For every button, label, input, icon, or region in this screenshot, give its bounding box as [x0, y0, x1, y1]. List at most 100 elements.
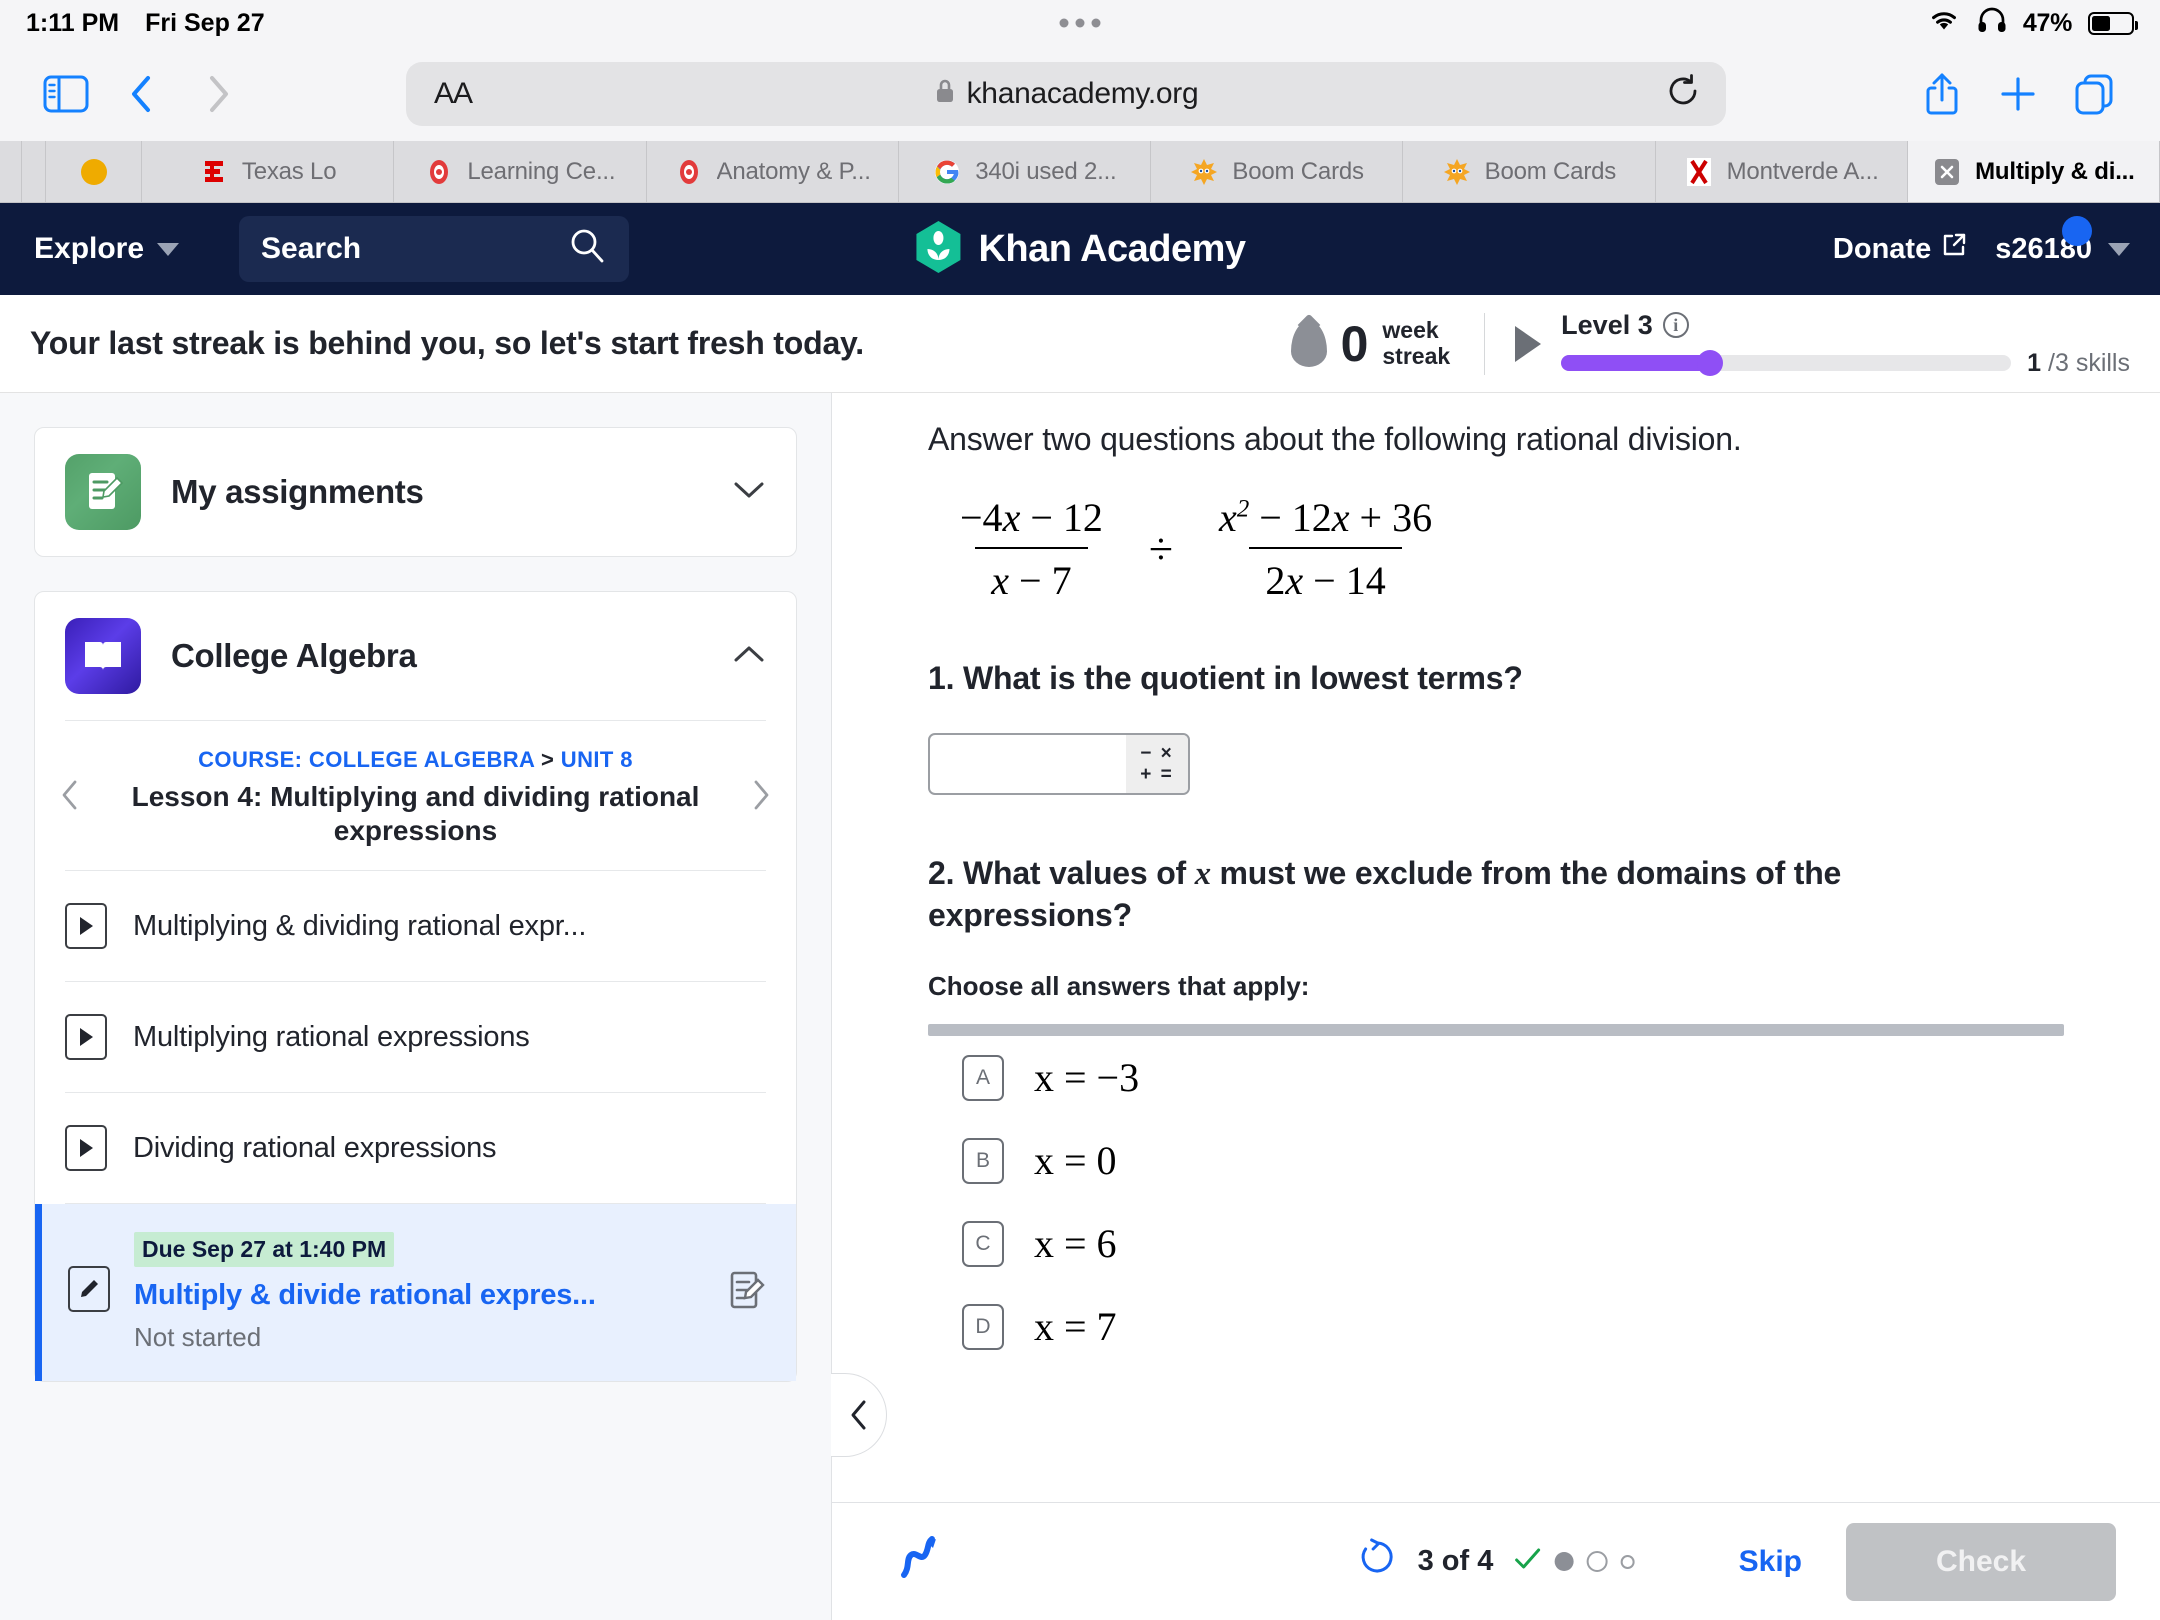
- progress-mark-filled: [1554, 1552, 1574, 1571]
- streak-message: Your last streak is behind you, so let's…: [30, 325, 864, 361]
- boom-icon: [1442, 157, 1472, 187]
- info-icon[interactable]: i: [1662, 312, 1689, 338]
- tab-boom-cards-2[interactable]: Boom Cards: [1403, 141, 1656, 202]
- forward-chevron-icon[interactable]: [180, 64, 256, 124]
- breadcrumb-center: COURSE: COLLEGE ALGEBRA > UNIT 8 Lesson …: [97, 747, 734, 848]
- progress-mark-check: [1513, 1547, 1541, 1576]
- plus-icon[interactable]: [1980, 64, 2056, 124]
- my-assignments-card[interactable]: My assignments: [34, 427, 797, 557]
- skills-total: /3 skills: [2048, 348, 2130, 377]
- left-numerator: −4x − 12: [960, 495, 1103, 540]
- college-algebra-header[interactable]: College Algebra: [35, 592, 796, 720]
- question-1-text: 1. What is the quotient in lowest terms?: [928, 660, 1523, 696]
- status-date: Fri Sep 27: [145, 8, 265, 37]
- search-icon: [567, 225, 607, 273]
- active-assignment-item[interactable]: Due Sep 27 at 1:40 PM Multiply & divide …: [35, 1204, 796, 1382]
- streak-banner: Your last streak is behind you, so let's…: [0, 295, 2160, 393]
- tab-label: Anatomy & P...: [716, 157, 871, 185]
- tab-orange[interactable]: [46, 141, 142, 202]
- explore-label: Explore: [34, 232, 145, 265]
- math-keypad-button[interactable]: − × + =: [1126, 735, 1188, 793]
- choice-c[interactable]: C x = 6: [928, 1202, 2064, 1285]
- tab-anatomy[interactable]: Anatomy & P...: [646, 141, 899, 202]
- play-triangle-icon[interactable]: [1515, 325, 1542, 362]
- choose-all-label: Choose all answers that apply:: [928, 971, 1310, 1002]
- progress-label: 3 of 4: [1417, 1545, 1494, 1577]
- text-size-button[interactable]: AA: [434, 77, 473, 111]
- tab-overview-icon[interactable]: [2056, 64, 2132, 124]
- streak-unit: week streak: [1382, 317, 1450, 370]
- donate-button[interactable]: Donate: [1833, 232, 1967, 266]
- list-item[interactable]: Multiplying & dividing rational expr...: [35, 871, 796, 981]
- tab-label: Boom Cards: [1484, 157, 1617, 185]
- tab-multiply-divide-active[interactable]: Multiply & di...: [1907, 141, 2160, 202]
- breadcrumb: COURSE: COLLEGE ALGEBRA > UNIT 8 Lesson …: [35, 721, 796, 870]
- exercise-prompt: Answer two questions about the following…: [928, 421, 1742, 457]
- google-icon: [932, 157, 962, 187]
- footer-actions: Skip Check: [1739, 1522, 2116, 1601]
- choice-label: x = 7: [1034, 1304, 1117, 1350]
- keypad-line-1: − ×: [1140, 742, 1174, 764]
- tab-montverde[interactable]: Montverde A...: [1655, 141, 1908, 202]
- choice-d[interactable]: D x = 7: [928, 1285, 2064, 1368]
- reload-icon[interactable]: [1666, 73, 1700, 114]
- assignment-title[interactable]: Multiply & divide rational expres...: [134, 1279, 596, 1312]
- progress-mark-small: [1620, 1554, 1635, 1569]
- breadcrumb-course[interactable]: COURSE: COLLEGE ALGEBRA: [198, 747, 534, 772]
- gray-x-icon: [1932, 157, 1962, 187]
- search-input[interactable]: Search: [239, 216, 630, 282]
- tab-blank-2[interactable]: [22, 141, 46, 202]
- tab-340i-used[interactable]: 340i used 2...: [898, 141, 1151, 202]
- sidebar-icon[interactable]: [28, 64, 104, 124]
- chevron-up-icon[interactable]: [732, 643, 766, 670]
- week-streak-widget[interactable]: 0 week streak: [1290, 317, 1485, 370]
- tab-boom-cards-1[interactable]: Boom Cards: [1151, 141, 1404, 202]
- dynamic-island-dots: [1059, 18, 1101, 28]
- red-x-icon: [1684, 157, 1714, 187]
- exercise-body: Answer two questions about the following…: [832, 393, 2160, 1502]
- tab-learning-center[interactable]: Learning Ce...: [394, 141, 647, 202]
- browser-tab-bar: Texas Lo Learning Ce... Anatomy & P... 3…: [0, 141, 2160, 203]
- khan-academy-logo[interactable]: Khan Academy: [914, 220, 1246, 279]
- due-badge: Due Sep 27 at 1:40 PM: [134, 1232, 395, 1268]
- list-item[interactable]: Dividing rational expressions: [35, 1093, 796, 1203]
- horizontal-scrollbar[interactable]: [928, 1024, 2064, 1037]
- orange-dot-icon: [79, 157, 109, 187]
- list-item[interactable]: Multiplying rational expressions: [35, 982, 796, 1092]
- chevron-right-icon[interactable]: [744, 778, 778, 817]
- video-play-icon: [65, 1014, 107, 1061]
- back-chevron-icon[interactable]: [104, 64, 180, 124]
- share-icon[interactable]: [1904, 64, 1980, 124]
- choice-b[interactable]: B x = 0: [928, 1119, 2064, 1202]
- skip-button[interactable]: Skip: [1739, 1545, 1802, 1579]
- chevron-down-icon[interactable]: [732, 479, 766, 506]
- right-numerator: x2 − 12x + 36: [1219, 495, 1433, 540]
- navbar-right: Donate s26180: [1833, 215, 2130, 266]
- my-assignments-header[interactable]: My assignments: [35, 428, 796, 556]
- assignment-details: Due Sep 27 at 1:40 PM Multiply & divide …: [134, 1232, 596, 1353]
- right-denominator: 2x − 14: [1249, 547, 1402, 604]
- breadcrumb-unit[interactable]: UNIT 8: [561, 747, 633, 772]
- check-button[interactable]: Check: [1846, 1522, 2116, 1601]
- user-menu-button[interactable]: s26180: [1995, 215, 2130, 266]
- address-bar[interactable]: AA khanacademy.org: [406, 61, 1726, 126]
- tab-blank-1[interactable]: [0, 141, 22, 202]
- choice-a[interactable]: A x = −3: [928, 1036, 2064, 1119]
- explore-menu-button[interactable]: Explore: [34, 232, 180, 266]
- reset-circular-arrow-icon[interactable]: [1358, 1537, 1398, 1586]
- exercise-panel: Answer two questions about the following…: [831, 393, 2160, 1620]
- college-algebra-title: College Algebra: [171, 637, 417, 674]
- tab-texas-longhorns[interactable]: Texas Lo: [142, 141, 395, 202]
- scratchpad-scribble-icon[interactable]: [894, 1531, 950, 1592]
- notification-badge: [2062, 215, 2092, 246]
- url-text: khanacademy.org: [966, 76, 1199, 110]
- skills-count: 1 /3 skills: [2027, 349, 2130, 378]
- rational-division-expression: −4x − 12 x − 7 ÷ x2 − 12x + 36 2x − 14: [944, 494, 2064, 604]
- answer-input-field[interactable]: [930, 735, 1126, 793]
- level-progress-widget: Level 3 i 1 /3 skills: [1485, 310, 2130, 378]
- keypad-line-2: + =: [1140, 764, 1174, 785]
- answer-input[interactable]: − × + =: [928, 733, 1190, 795]
- tab-label: 340i used 2...: [975, 157, 1117, 185]
- chevron-left-icon[interactable]: [53, 778, 87, 817]
- choice-key-box: C: [962, 1220, 1004, 1267]
